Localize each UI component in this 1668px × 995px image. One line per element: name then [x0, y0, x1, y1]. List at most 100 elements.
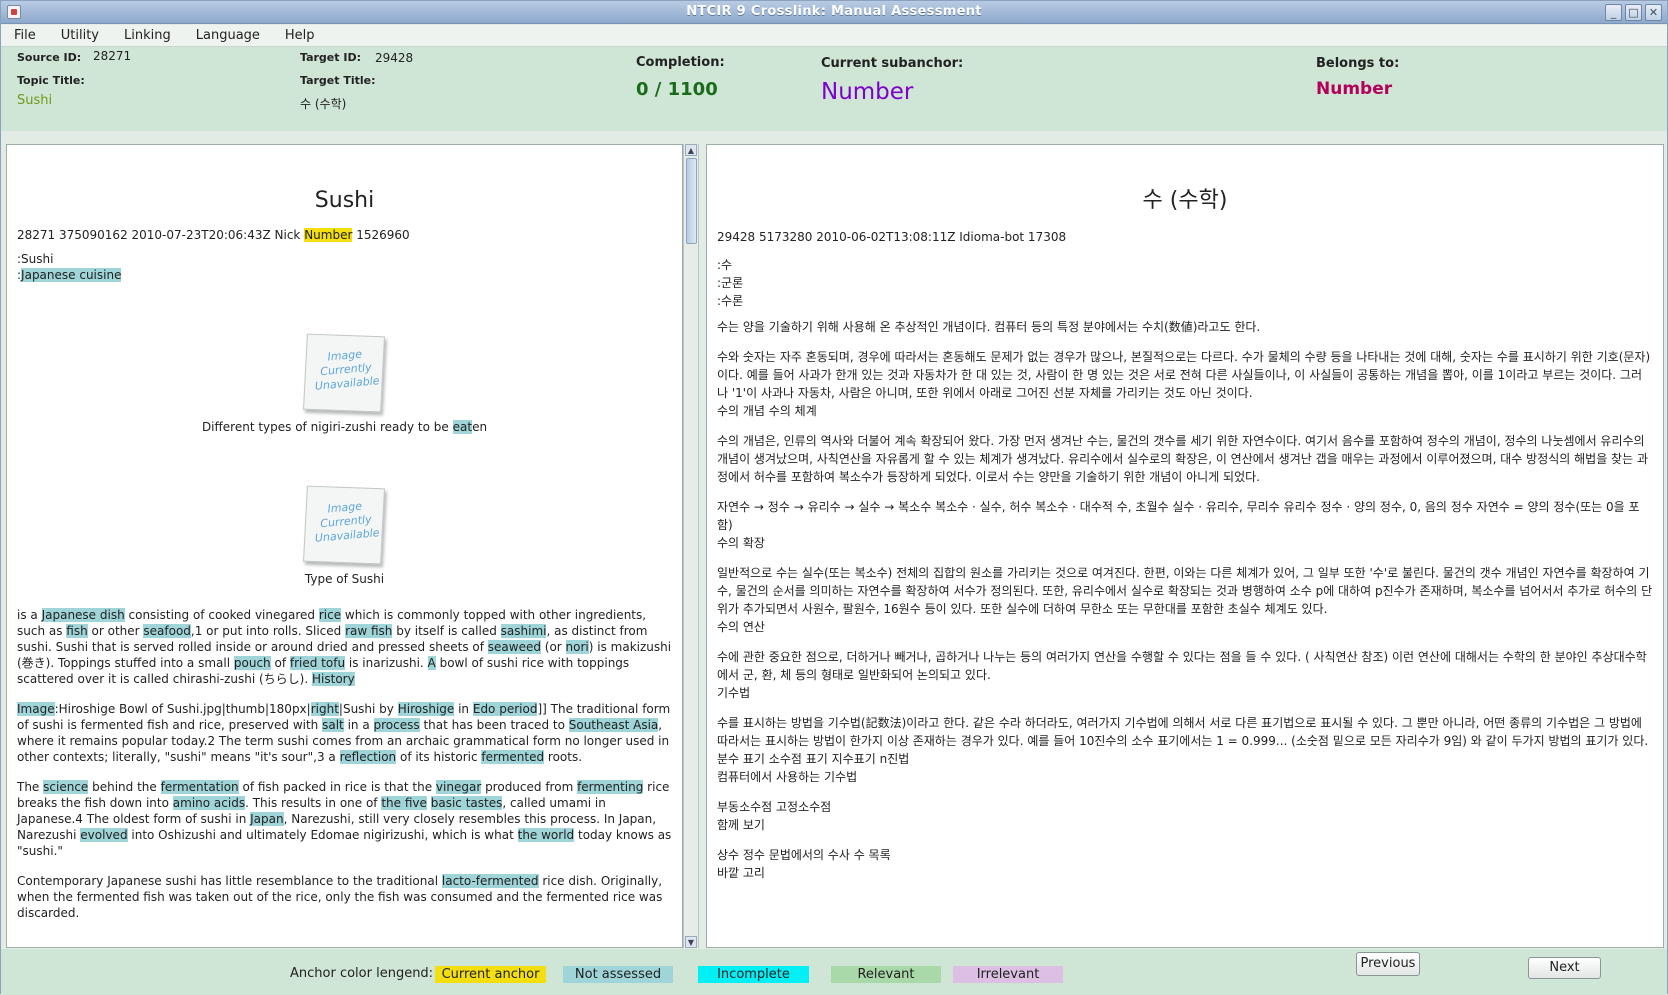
paragraph-text: :Hiroshige Bowl of Sushi.jpg|thumb|180px… — [54, 702, 311, 716]
target-document-pane[interactable]: 수 (수학) 29428 5173280 2010-06-02T13:08:11… — [706, 144, 1664, 948]
anchor-not-assessed[interactable]: vinegar — [435, 780, 482, 794]
target-id-label: Target ID: — [300, 51, 361, 64]
anchor-not-assessed[interactable]: right — [310, 702, 339, 716]
paragraph-text: . This results in one of — [245, 796, 382, 810]
scroll-thumb[interactable] — [686, 158, 697, 244]
current-subanchor-label: Current subanchor: — [821, 56, 964, 71]
source-paragraph: is a Japanese dish consisting of cooked … — [17, 607, 672, 687]
target-text: 수와 숫자는 자주 혼동되며, 경우에 따라서는 혼동해도 문제가 없는 경우가… — [717, 350, 1651, 400]
target-text: 바깥 고리 — [717, 866, 765, 880]
anchor-not-assessed[interactable]: science — [43, 780, 89, 794]
anchor-not-assessed[interactable]: fermented — [481, 750, 545, 764]
anchor-not-assessed[interactable]: fermentation — [160, 780, 239, 794]
anchor-not-assessed[interactable]: pouch — [233, 656, 271, 670]
paragraph-text: behind the — [88, 780, 161, 794]
paragraph-text: (or — [540, 640, 566, 654]
paragraph-text: Contemporary Japanese sushi has little r… — [17, 874, 442, 888]
anchor-not-assessed[interactable]: Image — [17, 702, 55, 716]
anchor-eat[interactable]: eat — [452, 420, 473, 434]
menu-help[interactable]: Help — [272, 25, 327, 45]
previous-button[interactable]: Previous — [1356, 952, 1420, 976]
anchor-not-assessed[interactable]: Southeast Asia — [568, 718, 659, 732]
anchor-not-assessed[interactable]: reflection — [339, 750, 397, 764]
menu-utility[interactable]: Utility — [48, 25, 111, 45]
target-text: 수의 연산 — [717, 620, 765, 634]
anchor-not-assessed[interactable]: fish — [66, 624, 88, 638]
anchor-not-assessed[interactable]: lacto-fermented — [441, 874, 539, 888]
anchor-not-assessed[interactable]: fried tofu — [289, 656, 346, 670]
anchor-not-assessed[interactable]: fermenting — [577, 780, 644, 794]
next-button[interactable]: Next — [1528, 957, 1601, 979]
source-line-cuisine: :Japanese cuisine — [17, 267, 672, 283]
target-paragraph: 수와 숫자는 자주 혼동되며, 경우에 따라서는 혼동해도 문제가 없는 경우가… — [717, 348, 1653, 420]
target-paragraphs: 수는 양을 기술하기 위해 사용해 온 추상적인 개념이다. 컴퓨터 등의 특정… — [717, 318, 1653, 882]
target-text: 수의 확장 — [717, 536, 765, 550]
target-text: 상수 정수 문법에서의 수사 수 목록 — [717, 848, 891, 862]
menu-language[interactable]: Language — [183, 25, 272, 45]
anchor-japanese-cuisine[interactable]: Japanese cuisine — [21, 268, 122, 282]
anchor-not-assessed[interactable]: seafood — [143, 624, 191, 638]
title-bar: NTCIR 9 Crosslink: Manual Assessment _ □… — [1, 1, 1667, 24]
target-text: 컴퓨터에서 사용하는 기수법 — [717, 770, 858, 784]
anchor-not-assessed[interactable]: amino acids — [172, 796, 246, 810]
anchor-not-assessed[interactable]: the five — [381, 796, 427, 810]
anchor-not-assessed[interactable]: A — [427, 656, 436, 670]
anchor-not-assessed[interactable]: basic tastes — [430, 796, 503, 810]
source-paragraphs: is a Japanese dish consisting of cooked … — [17, 607, 672, 921]
anchor-not-assessed[interactable]: process — [373, 718, 420, 732]
minimize-icon[interactable]: _ — [1605, 4, 1622, 21]
anchor-not-assessed[interactable]: raw fish — [345, 624, 393, 638]
anchor-not-assessed[interactable]: Japan — [250, 812, 284, 826]
caption-text: Different types of nigiri-zushi ready to… — [201, 420, 453, 434]
target-text: 기수법 — [717, 686, 751, 700]
source-doc-meta: 28271 375090162 2010-07-23T20:06:43Z Nic… — [17, 227, 672, 243]
assessment-info-panel: Source ID: 28271 Target ID: 29428 Topic … — [1, 47, 1667, 131]
app-window: NTCIR 9 Crosslink: Manual Assessment _ □… — [0, 0, 1668, 995]
anchor-not-assessed[interactable]: sashimi — [500, 624, 547, 638]
target-text: 수에 관한 중요한 점으로, 더하거나 빼거나, 곱하거나 나누는 등의 여러가… — [717, 650, 1647, 682]
meta-text: 1526960 — [352, 228, 410, 242]
target-text: 수의 개념은, 인류의 역사와 더불어 계속 확장되어 왔다. 가장 먼저 생겨… — [717, 434, 1648, 484]
anchor-not-assessed[interactable]: Japanese dish — [41, 608, 125, 622]
belongs-to-value: Number — [1316, 79, 1393, 99]
image-placeholder: Image Currently Unavailable — [302, 329, 387, 415]
target-text: 수는 양을 기술하기 위해 사용해 온 추상적인 개념이다. 컴퓨터 등의 특정… — [717, 320, 1261, 334]
target-paragraph: 상수 정수 문법에서의 수사 수 목록바깥 고리 — [717, 846, 1653, 882]
menu-linking[interactable]: Linking — [111, 25, 183, 45]
anchor-not-assessed[interactable]: the world — [517, 828, 575, 842]
paragraph-text: is inarizushi. — [345, 656, 428, 670]
anchor-not-assessed[interactable]: evolved — [80, 828, 128, 842]
anchor-not-assessed[interactable]: rice — [318, 608, 342, 622]
source-scrollbar[interactable]: ▲ ▼ — [683, 144, 699, 948]
paragraph-text: into Oshizushi and ultimately Edomae nig… — [127, 828, 518, 842]
target-text: 자연수 → 정수 → 유리수 → 실수 → 복소수 복소수 · 실수, 허수 복… — [717, 500, 1640, 532]
paragraph-text: in — [454, 702, 473, 716]
target-paragraph: 수의 개념은, 인류의 역사와 더불어 계속 확장되어 왔다. 가장 먼저 생겨… — [717, 432, 1653, 486]
anchor-not-assessed[interactable]: Hiroshige — [397, 702, 455, 716]
anchor-not-assessed[interactable]: nori — [565, 640, 589, 654]
image-unavailable-text: Image Currently Unavailable — [313, 347, 380, 393]
anchor-not-assessed[interactable]: History — [312, 672, 355, 686]
belongs-to-label: Belongs to: — [1316, 56, 1400, 71]
scroll-down-icon[interactable]: ▼ — [685, 936, 697, 948]
scroll-up-icon[interactable]: ▲ — [685, 144, 697, 156]
paragraph-text: by itself is called — [392, 624, 501, 638]
topic-title-label: Topic Title: — [17, 74, 85, 87]
source-paragraph: The science behind the fermentation of f… — [17, 779, 672, 859]
close-icon[interactable]: ✕ — [1645, 4, 1662, 21]
source-document-pane[interactable]: Sushi 28271 375090162 2010-07-23T20:06:4… — [6, 144, 683, 948]
source-paragraph: Contemporary Japanese sushi has little r… — [17, 873, 672, 921]
completion-value: 0 / 1100 — [636, 79, 718, 100]
paragraph-text: |Sushi by — [338, 702, 398, 716]
target-top-lines: :수 :군론 :수론 — [717, 256, 1653, 310]
image-unavailable-text: Image Currently Unavailable — [313, 499, 380, 545]
completion-label: Completion: — [636, 55, 725, 70]
current-anchor[interactable]: Number — [304, 228, 353, 242]
anchor-not-assessed[interactable]: salt — [322, 718, 344, 732]
image-placeholder: Image Currently Unavailable — [302, 481, 387, 567]
maximize-icon[interactable]: □ — [1625, 4, 1642, 21]
anchor-not-assessed[interactable]: Edo period — [472, 702, 538, 716]
anchor-not-assessed[interactable]: seaweed — [487, 640, 541, 654]
menu-file[interactable]: File — [1, 25, 48, 45]
source-paragraph: Image:Hiroshige Bowl of Sushi.jpg|thumb|… — [17, 701, 672, 765]
